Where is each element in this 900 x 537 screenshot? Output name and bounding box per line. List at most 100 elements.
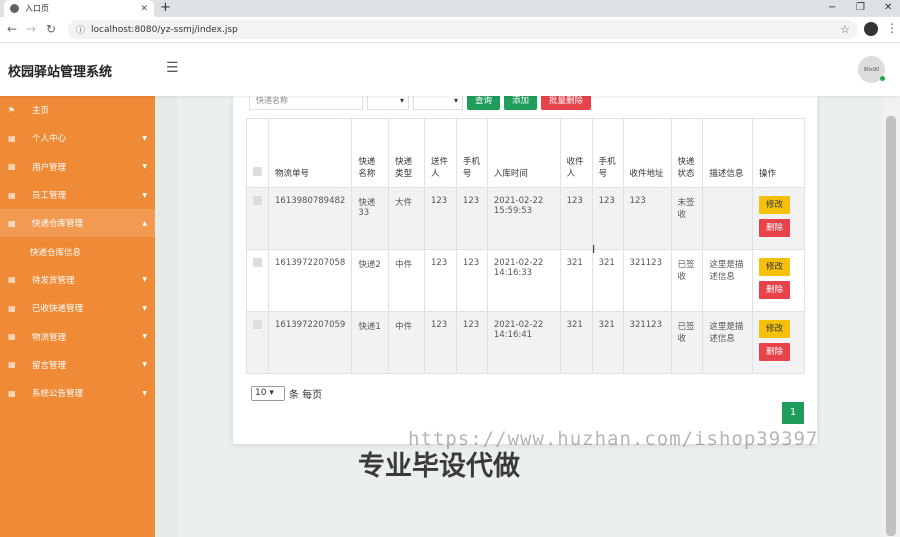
back-arrow-icon[interactable]: ←: [7, 22, 17, 36]
cell-sender: 123: [423, 249, 457, 312]
grid-icon: ▦: [8, 360, 16, 370]
cell-address: 123: [622, 187, 672, 250]
reload-icon[interactable]: ↻: [46, 22, 56, 36]
col-sender[interactable]: 送件人: [423, 118, 457, 188]
caret-down-icon: ▼: [142, 134, 147, 142]
filter-select-1[interactable]: ▾: [367, 96, 409, 110]
cell-actions: 修改 删除: [752, 311, 805, 374]
page-1-button[interactable]: 1: [782, 402, 804, 424]
sidebar-item-logistics[interactable]: ▦ 物流管理 ▼: [0, 322, 155, 350]
col-actions: 操作: [752, 118, 805, 188]
sidebar-item-staff[interactable]: ▦ 员工管理 ▼: [0, 181, 155, 209]
info-icon[interactable]: ⓘ: [76, 23, 85, 36]
row-checkbox[interactable]: [253, 320, 262, 329]
cell-sender: 123: [423, 311, 457, 374]
delete-button[interactable]: 删除: [759, 219, 790, 237]
browser-tabstrip: 入口页 ✕ + − ❐ ✕: [0, 0, 900, 17]
cell-sender-phone: 123: [455, 249, 488, 312]
col-desc[interactable]: 描述信息: [702, 118, 753, 188]
add-button[interactable]: 添加: [504, 96, 538, 110]
avatar-text: 90x90: [863, 66, 880, 73]
grid-icon: ▦: [8, 218, 16, 228]
sidebar-item-profile[interactable]: ▦ 个人中心 ▼: [0, 124, 155, 152]
row-select-cell: [246, 311, 269, 374]
caret-down-icon: ▼: [142, 304, 147, 312]
cell-actions: 修改 删除: [752, 249, 805, 312]
cell-receiver-phone: 321: [591, 249, 624, 312]
grid-icon: ▦: [8, 332, 16, 342]
sidebar-item-label: 系统公告管理: [32, 389, 84, 400]
delete-button[interactable]: 删除: [759, 281, 790, 299]
col-type[interactable]: 快递类型: [388, 118, 425, 188]
search-input[interactable]: 快递名称: [249, 96, 363, 110]
page-size-control: 10 ▾ 条 每页: [251, 386, 322, 401]
caret-down-icon: ▼: [142, 163, 147, 171]
col-sender-phone[interactable]: 手机号: [455, 118, 488, 188]
cell-name: 快递1: [351, 311, 390, 374]
caret-up-icon: ▲: [142, 219, 147, 227]
sidebar-item-messages[interactable]: ▦ 留言管理 ▼: [0, 351, 155, 379]
cell-status: 已签收: [670, 249, 704, 312]
page-size-select[interactable]: 10 ▾: [251, 386, 285, 401]
sidebar-item-pending-shipment[interactable]: ▦ 待发货管理 ▼: [0, 266, 155, 294]
profile-icon[interactable]: [864, 22, 878, 36]
caret-down-icon: ▼: [142, 333, 147, 341]
sidebar-item-announcements[interactable]: ▦ 系统公告管理 ▼: [0, 379, 155, 407]
grid-icon: ▦: [8, 388, 16, 398]
scrollbar-thumb[interactable]: [886, 116, 896, 536]
sidebar-item-label: 待发货管理: [32, 275, 75, 286]
caret-down-icon: ▼: [142, 276, 147, 284]
browser-tab[interactable]: 入口页 ✕: [4, 0, 154, 17]
col-status[interactable]: 快递状态: [670, 118, 704, 188]
row-checkbox[interactable]: [253, 196, 262, 205]
address-bar: ← → ↻ ⓘ localhost:8080/yz-ssmj/index.jsp…: [0, 17, 900, 43]
sidebar-subitem-warehouse-info[interactable]: 快递仓库信息: [0, 237, 155, 266]
edit-button[interactable]: 修改: [759, 258, 790, 276]
edit-button[interactable]: 修改: [759, 320, 790, 338]
cell-sender-phone: 123: [455, 311, 488, 374]
forward-arrow-icon[interactable]: →: [26, 22, 36, 36]
col-time[interactable]: 入库时间: [486, 118, 561, 188]
batch-delete-button[interactable]: 批量删除: [541, 96, 592, 110]
cell-tracking: 1613972207059: [267, 311, 353, 374]
grid-icon: ▦: [8, 303, 16, 313]
watermark-text: 专业毕设代做: [358, 451, 520, 482]
row-checkbox[interactable]: [253, 258, 262, 267]
delete-button[interactable]: 删除: [759, 343, 790, 361]
new-tab-button[interactable]: +: [160, 0, 171, 16]
cell-desc: [702, 187, 753, 250]
restore-button[interactable]: ❐: [856, 0, 865, 15]
table-row: 1613980789482 快递33 大件 123 123 2021-02-22…: [246, 187, 805, 250]
cell-desc: 这里是描述信息: [702, 311, 753, 374]
app-title: 校园驿站管理系统: [8, 65, 113, 80]
star-icon[interactable]: ☆: [840, 23, 850, 36]
row-select-cell: [246, 249, 269, 312]
sidebar-item-label: 用户管理: [32, 162, 67, 173]
col-receiver[interactable]: 收件人: [559, 118, 593, 188]
sidebar-item-home[interactable]: ⚑ 主页: [0, 96, 155, 124]
avatar[interactable]: 90x90: [858, 56, 885, 83]
menu-kebab-icon[interactable]: ⋮: [886, 21, 898, 35]
menu-toggle-icon[interactable]: ☰: [166, 60, 179, 76]
edit-button[interactable]: 修改: [759, 196, 790, 214]
caret-down-icon: ▼: [142, 361, 147, 369]
cell-desc: 这里是描述信息: [702, 249, 753, 312]
close-window-button[interactable]: ✕: [884, 0, 892, 15]
col-receiver-phone[interactable]: 手机号: [591, 118, 624, 188]
col-name[interactable]: 快递名称: [351, 118, 390, 188]
cell-time: 2021-02-22 14:16:41: [486, 311, 561, 374]
url-field[interactable]: ⓘ localhost:8080/yz-ssmj/index.jsp ☆: [68, 20, 858, 39]
filter-select-2[interactable]: ▾: [413, 96, 463, 110]
tab-close-icon[interactable]: ✕: [140, 4, 148, 14]
col-address[interactable]: 收件地址: [622, 118, 672, 188]
sidebar-item-users[interactable]: ▦ 用户管理 ▼: [0, 153, 155, 181]
sidebar-item-received[interactable]: ▦ 已收快递管理 ▼: [0, 294, 155, 322]
vertical-scrollbar[interactable]: [883, 96, 900, 537]
col-tracking[interactable]: 物流单号: [267, 118, 353, 188]
minimize-button[interactable]: −: [828, 0, 836, 15]
select-all-checkbox[interactable]: [253, 167, 262, 176]
sidebar-item-warehouse[interactable]: ▦ 快递仓库管理 ▲: [0, 209, 155, 238]
cell-name: 快递2: [351, 249, 390, 312]
content-gutter: [155, 96, 177, 537]
query-button[interactable]: 查询: [467, 96, 501, 110]
